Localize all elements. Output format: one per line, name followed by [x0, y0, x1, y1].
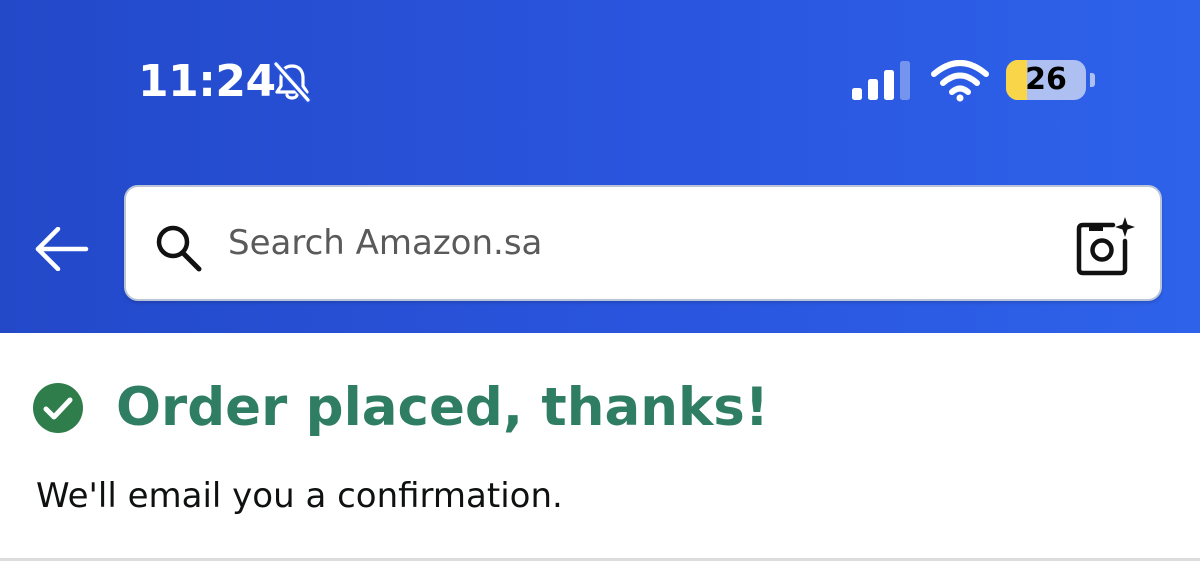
- app-header: 11:24 26: [0, 0, 1200, 333]
- status-time: 11:24: [138, 56, 276, 107]
- search-icon: [152, 222, 204, 274]
- camera-sparkle-icon: [1076, 217, 1135, 276]
- bell-slash-icon: [270, 60, 314, 104]
- arrow-left-icon: [35, 227, 89, 271]
- battery-level: 26: [1025, 62, 1067, 97]
- check-circle-icon: [33, 383, 83, 433]
- search-input[interactable]: [228, 215, 1048, 271]
- confirmation-message: We'll email you a confirmation.: [36, 476, 563, 516]
- signal-bar: [868, 79, 878, 100]
- order-confirmation: Order placed, thanks! We'll email you a …: [0, 333, 1200, 561]
- signal-bar: [884, 70, 894, 100]
- cellular-signal-icon: [850, 60, 914, 100]
- battery-body: 26: [1006, 60, 1086, 100]
- status-bar: 11:24 26: [0, 0, 1200, 140]
- back-button[interactable]: [28, 218, 96, 280]
- search-bar[interactable]: [124, 185, 1162, 301]
- battery-icon: 26: [1006, 58, 1098, 102]
- order-status-title: Order placed, thanks!: [116, 377, 769, 438]
- signal-bar: [852, 88, 862, 100]
- signal-bar: [900, 61, 910, 100]
- wifi-icon: [930, 60, 990, 102]
- battery-cap: [1090, 73, 1095, 87]
- camera-search-button[interactable]: [1071, 215, 1137, 279]
